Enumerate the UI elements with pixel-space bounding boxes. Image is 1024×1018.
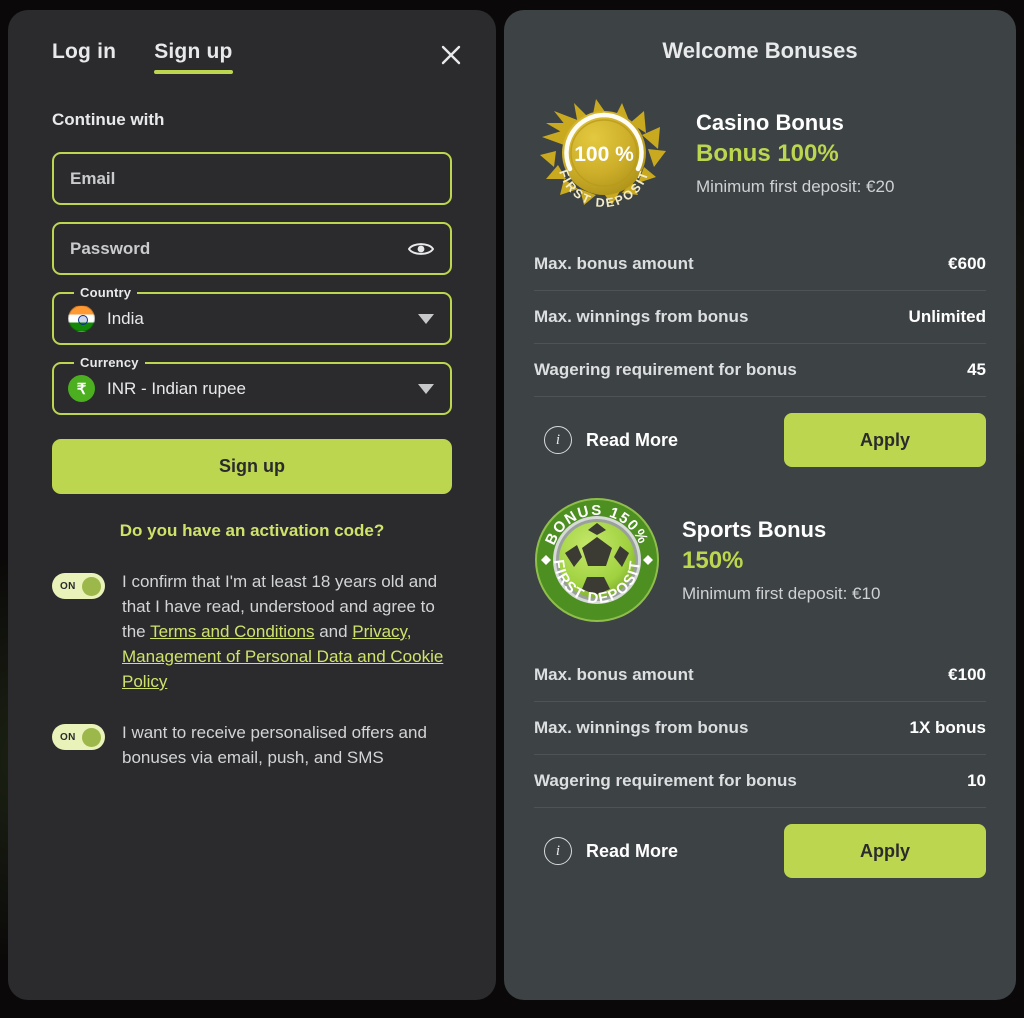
- apply-button-sports[interactable]: Apply: [784, 824, 986, 878]
- toggle-marketing-label: ON: [60, 731, 76, 743]
- india-flag-icon: [68, 305, 95, 332]
- spec-row: Wagering requirement for bonus 45: [534, 344, 986, 397]
- activation-code-link[interactable]: Do you have an activation code?: [52, 521, 452, 541]
- spec-value: 10: [967, 771, 986, 790]
- consent-text-part: and: [314, 622, 353, 641]
- spec-key: Max. winnings from bonus: [534, 718, 749, 737]
- signup-bonus-modal: Log in Sign up Continue with Email Passw…: [0, 0, 1024, 1018]
- spec-row: Wagering requirement for bonus 10: [534, 755, 986, 808]
- password-field[interactable]: Password: [52, 222, 452, 275]
- toggle-marketing[interactable]: ON: [52, 724, 105, 750]
- chevron-down-icon: [418, 313, 434, 324]
- spec-value: €100: [948, 665, 986, 684]
- country-legend: Country: [74, 285, 138, 300]
- bonus-name: Casino Bonus: [696, 109, 844, 135]
- spec-key: Wagering requirement for bonus: [534, 360, 797, 379]
- spec-row: Max. bonus amount €100: [534, 649, 986, 702]
- country-select[interactable]: Country India: [52, 285, 452, 345]
- currency-value: INR - Indian rupee: [107, 378, 246, 398]
- spec-key: Max. bonus amount: [534, 254, 694, 273]
- auth-tabs: Log in Sign up: [52, 40, 452, 86]
- password-placeholder: Password: [70, 238, 151, 258]
- bonus-actions: i Read More Apply: [534, 413, 986, 467]
- bonus-info: Casino Bonus Bonus 100% Minimum first de…: [696, 109, 894, 198]
- close-icon: [438, 42, 464, 68]
- badge-center-text: 100 %: [574, 143, 634, 166]
- bonus-header: BONUS 150% FIRST DEPOSIT Sports Bonus 15…: [534, 497, 986, 623]
- toggle-knob: [82, 727, 101, 747]
- apply-button-casino[interactable]: Apply: [784, 413, 986, 467]
- email-field[interactable]: Email: [52, 152, 452, 205]
- spec-row: Max. winnings from bonus Unlimited: [534, 291, 986, 344]
- bonus-panel: Welcome Bonuses 100 % FIRST DEPOSIT Casi…: [504, 10, 1016, 1000]
- toggle-age-terms-label: ON: [60, 580, 76, 592]
- spec-key: Max. winnings from bonus: [534, 307, 749, 326]
- toggle-age-terms[interactable]: ON: [52, 573, 105, 599]
- tab-sign-up[interactable]: Sign up: [154, 40, 233, 86]
- country-value: India: [107, 308, 144, 328]
- bonus-min-deposit: Minimum first deposit: €10: [682, 584, 881, 604]
- bonus-name: Sports Bonus: [682, 516, 827, 542]
- spec-value: 1X bonus: [909, 718, 986, 737]
- read-more-button[interactable]: i Read More: [544, 426, 678, 454]
- consent-age-terms-text: I confirm that I'm at least 18 years old…: [122, 569, 452, 694]
- spec-key: Max. bonus amount: [534, 665, 694, 684]
- consent-row-age-terms: ON I confirm that I'm at least 18 years …: [52, 569, 452, 694]
- spec-row: Max. bonus amount €600: [534, 238, 986, 291]
- tab-sign-up-label: Sign up: [154, 40, 233, 63]
- currency-select[interactable]: Currency ₹ INR - Indian rupee: [52, 355, 452, 415]
- continue-with-label: Continue with: [52, 110, 165, 129]
- consent-marketing-text: I want to receive personalised offers an…: [122, 723, 427, 767]
- tab-log-in-label: Log in: [52, 40, 117, 63]
- info-icon: i: [544, 837, 572, 865]
- read-more-label: Read More: [586, 840, 679, 861]
- read-more-button[interactable]: i Read More: [544, 837, 678, 865]
- close-button[interactable]: [436, 40, 466, 70]
- soccer-ball-icon: BONUS 150% FIRST DEPOSIT: [534, 497, 660, 623]
- auth-panel: Log in Sign up Continue with Email Passw…: [8, 10, 496, 1000]
- spec-value: €600: [948, 254, 986, 273]
- tab-log-in[interactable]: Log in: [52, 40, 116, 86]
- bonus-percent: 150%: [682, 547, 744, 575]
- eye-icon[interactable]: [408, 240, 434, 258]
- spec-key: Wagering requirement for bonus: [534, 771, 797, 790]
- bonus-actions: i Read More Apply: [534, 824, 986, 878]
- bonus-card-sports: BONUS 150% FIRST DEPOSIT Sports Bonus 15…: [534, 497, 986, 878]
- currency-legend: Currency: [74, 355, 145, 370]
- chevron-down-icon: [418, 383, 434, 394]
- spec-value: Unlimited: [908, 307, 986, 326]
- bonus-panel-title: Welcome Bonuses: [662, 38, 858, 63]
- toggle-knob: [82, 576, 101, 596]
- spec-value: 45: [967, 360, 986, 379]
- sign-up-submit-button[interactable]: Sign up: [52, 439, 452, 494]
- bonus-percent: Bonus 100%: [696, 140, 839, 168]
- bonus-min-deposit: Minimum first deposit: €20: [696, 177, 895, 197]
- terms-and-conditions-link[interactable]: Terms and Conditions: [150, 622, 314, 641]
- info-icon: i: [544, 426, 572, 454]
- rupee-icon: ₹: [68, 375, 95, 402]
- gold-medal-icon: 100 % FIRST DEPOSIT: [534, 94, 674, 212]
- read-more-label: Read More: [586, 429, 679, 450]
- bonus-info: Sports Bonus 150% Minimum first deposit:…: [682, 516, 880, 605]
- bonus-card-casino: 100 % FIRST DEPOSIT Casino Bonus Bonus 1…: [534, 94, 986, 467]
- bonus-header: 100 % FIRST DEPOSIT Casino Bonus Bonus 1…: [534, 94, 986, 212]
- spec-row: Max. winnings from bonus 1X bonus: [534, 702, 986, 755]
- email-placeholder: Email: [70, 168, 116, 188]
- consent-row-marketing: ON I want to receive personalised offers…: [52, 720, 452, 770]
